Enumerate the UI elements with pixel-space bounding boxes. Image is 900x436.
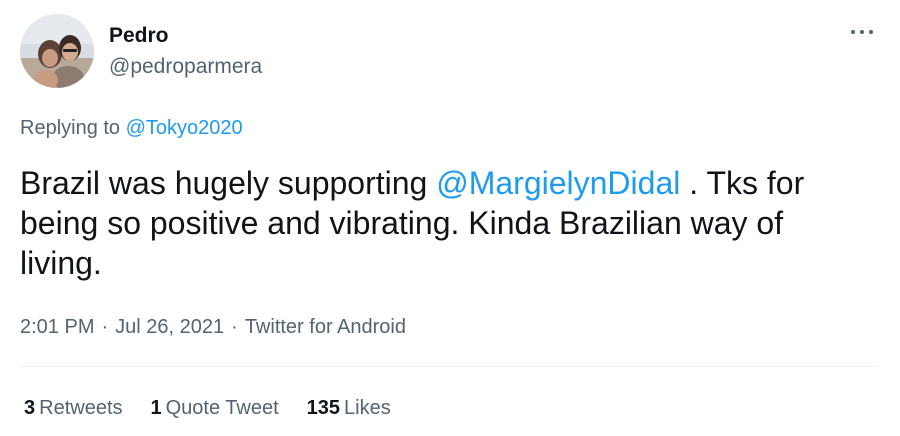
tweet-source[interactable]: Twitter for Android <box>245 316 406 338</box>
likes-stat[interactable]: 135 Likes <box>307 396 391 420</box>
tweet-date[interactable]: Jul 26, 2021 <box>115 316 224 338</box>
more-dot <box>869 30 873 34</box>
meta-separator: · <box>231 316 238 338</box>
tweet-time[interactable]: 2:01 PM <box>20 316 94 338</box>
divider <box>20 366 878 367</box>
reply-target-link[interactable]: @Tokyo2020 <box>126 117 243 139</box>
retweets-label: Retweets <box>39 397 123 419</box>
tweet-text-before: Brazil was hugely supporting <box>20 165 437 201</box>
tweet-detail: Pedro @pedroparmera Replying to @Tokyo20… <box>0 0 900 436</box>
author-handle[interactable]: @pedroparmera <box>109 55 262 79</box>
likes-label: Likes <box>344 397 391 419</box>
quote-tweets-stat[interactable]: 1 Quote Tweet <box>151 396 279 420</box>
mention-link[interactable]: @MargielynDidal <box>436 165 680 201</box>
quotes-label: Quote Tweet <box>165 397 279 419</box>
tweet-meta: 2:01 PM · Jul 26, 2021 · Twitter for Android <box>20 315 406 339</box>
retweets-count: 3 <box>24 397 36 419</box>
more-dot <box>851 30 855 34</box>
meta-separator: · <box>101 316 109 338</box>
engagement-stats: 3 Retweets 1 Quote Tweet 135 Likes <box>24 396 419 420</box>
quotes-count: 1 <box>150 397 162 419</box>
retweets-stat[interactable]: 3 Retweets <box>24 396 123 420</box>
avatar[interactable] <box>20 14 94 88</box>
tweet-text: Brazil was hugely supporting @MargielynD… <box>20 163 865 283</box>
likes-count: 135 <box>306 397 341 419</box>
replying-prefix: Replying to <box>20 117 121 139</box>
avatar-photo <box>20 14 94 88</box>
more-dot <box>860 30 864 34</box>
replying-to: Replying to @Tokyo2020 <box>20 116 243 140</box>
author-name[interactable]: Pedro <box>109 24 169 48</box>
more-horizontal-icon[interactable] <box>850 22 874 42</box>
